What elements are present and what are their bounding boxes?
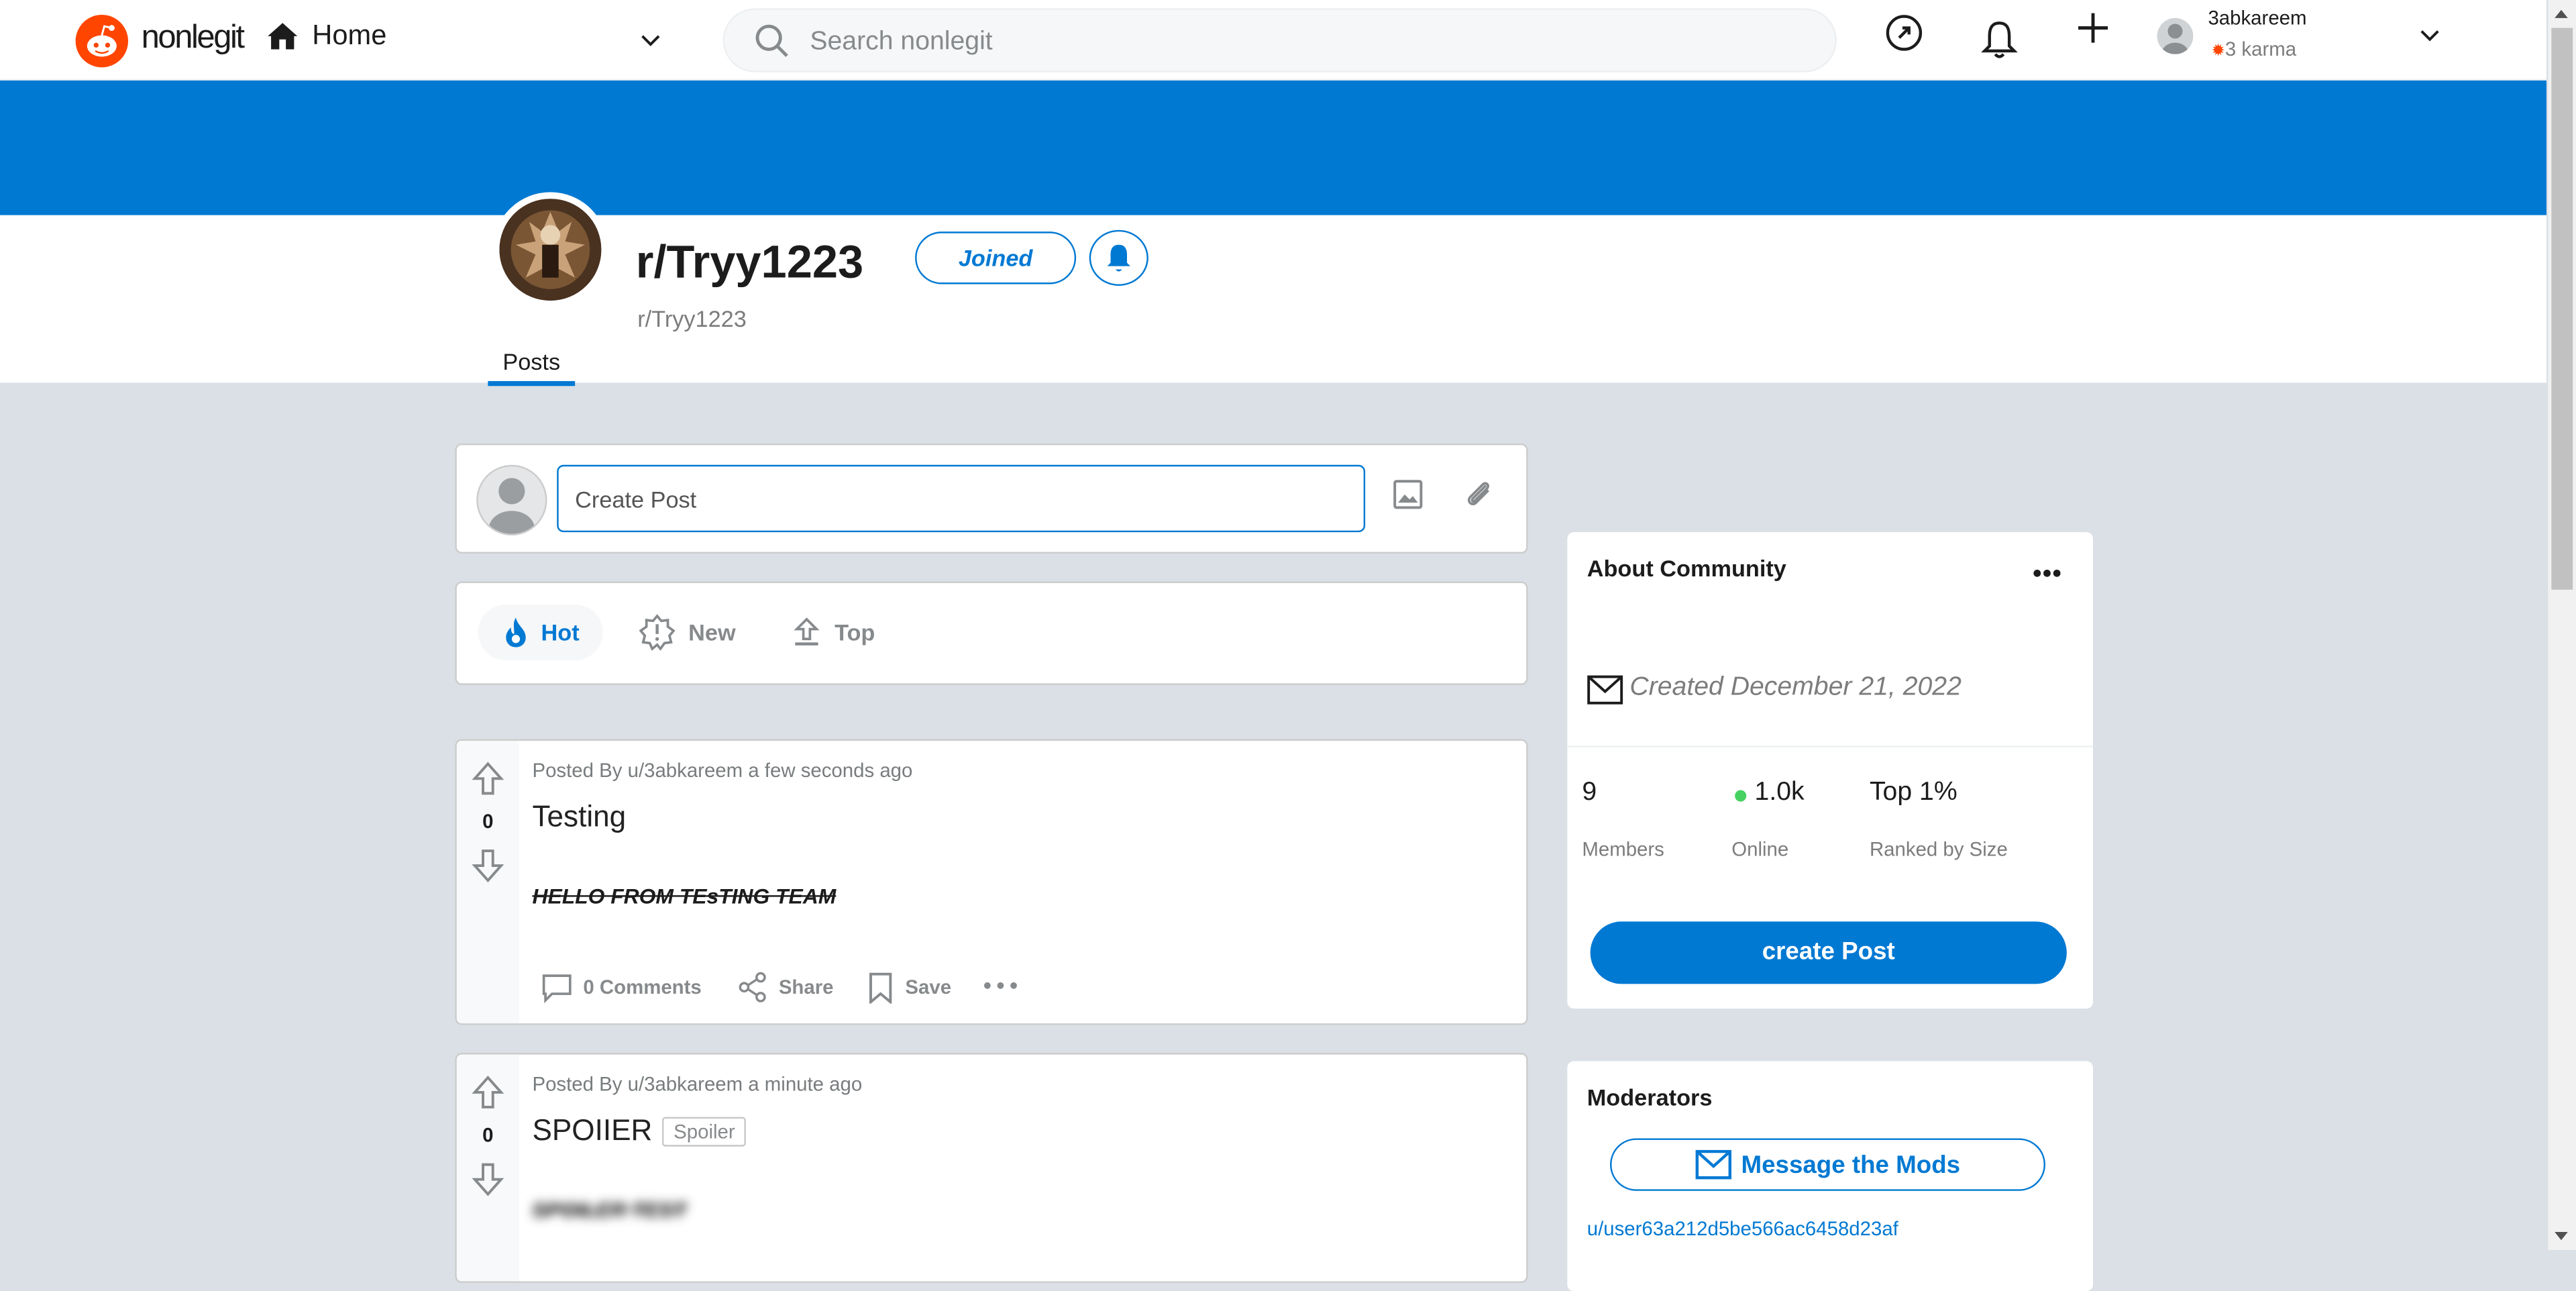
community-avatar — [492, 192, 608, 307]
user-menu-chevron-icon[interactable] — [2416, 21, 2443, 48]
members-label: Members — [1582, 837, 1664, 861]
comments-button[interactable]: 0 Comments — [541, 971, 702, 1004]
post-card[interactable]: 0 Posted By u/3abkareem a few seconds ag… — [455, 739, 1528, 1025]
home-icon — [268, 23, 298, 50]
spoiler-tag: Spoiler — [662, 1117, 747, 1147]
scroll-up-icon[interactable] — [2553, 7, 2569, 20]
vote-count: 0 — [482, 1123, 494, 1147]
mail-icon — [1695, 1149, 1731, 1180]
search-icon — [755, 24, 788, 57]
post-card[interactable]: 0 Posted By u/3abkareem a minute ago SPO… — [455, 1053, 1528, 1283]
community-title: r/Tryy1223 — [635, 236, 864, 288]
vote-count: 0 — [482, 809, 494, 833]
joined-button[interactable]: Joined — [915, 231, 1077, 285]
rank-label: Ranked by Size — [1869, 837, 2008, 861]
top-header: nonlegit Home 3abkareem ✹3 karma — [0, 0, 2546, 81]
notification-button[interactable] — [1089, 229, 1148, 286]
community-name: r/Tryy1223 — [637, 305, 747, 332]
online-label: Online — [1731, 837, 1789, 861]
bookmark-icon — [869, 972, 892, 1004]
upvote-icon[interactable] — [472, 760, 504, 796]
online-count: 1.0k — [1754, 778, 1805, 807]
attachment-icon[interactable] — [1460, 476, 1497, 513]
logo-text[interactable]: nonlegit — [142, 19, 245, 57]
scrollbar-thumb[interactable] — [2551, 28, 2573, 590]
online-dot-icon — [1735, 790, 1747, 802]
create-post-card — [455, 443, 1528, 554]
moderator-link[interactable]: u/user63a212d5be566ac6458d23af — [1587, 1217, 1898, 1240]
search-input[interactable] — [806, 9, 1799, 74]
about-title: About Community — [1587, 555, 1786, 582]
community-header — [0, 215, 2546, 383]
create-post-input[interactable] — [557, 464, 1366, 533]
avatar[interactable] — [2157, 17, 2194, 54]
bell-icon[interactable] — [1981, 18, 2018, 61]
sort-hot-label: Hot — [541, 619, 580, 646]
share-button[interactable]: Share — [736, 971, 834, 1004]
message-mods-button[interactable]: Message the Mods — [1610, 1138, 2046, 1191]
image-icon[interactable] — [1391, 478, 1424, 511]
karma-count: ✹3 karma — [2211, 38, 2297, 61]
sort-hot-button[interactable]: Hot — [478, 604, 603, 661]
post-title[interactable]: Testing — [532, 800, 626, 834]
created-date: Created December 21, 2022 — [1629, 673, 1962, 702]
chevron-down-icon[interactable] — [637, 26, 663, 52]
sort-top-label: Top — [835, 619, 875, 646]
more-options-icon[interactable] — [2032, 568, 2061, 578]
members-count: 9 — [1582, 778, 1597, 807]
bell-icon — [1107, 244, 1130, 272]
sort-new-button[interactable]: New — [639, 605, 736, 660]
moderators-card: Moderators Message the Mods u/user63a212… — [1567, 1061, 2094, 1291]
share-icon — [739, 972, 766, 1002]
tab-posts[interactable]: Posts — [488, 348, 576, 386]
popular-icon[interactable] — [1884, 13, 1924, 53]
plus-icon[interactable] — [2075, 10, 2111, 46]
scroll-down-icon[interactable] — [2553, 1231, 2569, 1244]
logo-icon[interactable] — [75, 15, 129, 68]
community-banner — [0, 80, 2546, 215]
post-title[interactable]: SPOIIER Spoiler — [532, 1114, 747, 1148]
about-community-card: About Community Created December 21, 202… — [1567, 532, 2094, 1009]
rank-value: Top 1% — [1869, 778, 1957, 807]
post-meta: Posted By u/3abkareem a minute ago — [532, 1072, 863, 1096]
flame-icon — [506, 617, 527, 648]
home-dropdown[interactable]: Home — [266, 19, 387, 52]
post-body: HELLO FROM TEsTING TEAM — [532, 884, 837, 909]
more-options-icon[interactable] — [983, 979, 1019, 992]
new-burst-icon — [639, 614, 676, 651]
downvote-icon[interactable] — [472, 847, 504, 884]
sort-bar: Hot New Top — [455, 581, 1528, 685]
top-arrow-icon — [794, 617, 820, 646]
home-label: Home — [312, 19, 387, 51]
mail-icon — [1587, 675, 1623, 705]
divider — [1567, 745, 2094, 747]
save-button[interactable]: Save — [866, 971, 951, 1004]
username[interactable]: 3abkareem — [2208, 7, 2306, 30]
search-bar — [722, 8, 1837, 74]
sort-top-button[interactable]: Top — [792, 605, 875, 660]
upvote-icon[interactable] — [472, 1074, 504, 1111]
comment-icon — [542, 974, 572, 1004]
karma-icon: ✹ — [2211, 42, 2225, 61]
moderators-title: Moderators — [1587, 1084, 1713, 1111]
user-avatar — [476, 464, 547, 536]
sort-new-label: New — [688, 619, 736, 646]
downvote-icon[interactable] — [472, 1161, 504, 1198]
post-meta: Posted By u/3abkareem a few seconds ago — [532, 758, 913, 782]
create-post-button[interactable]: create Post — [1590, 921, 2067, 984]
spoiler-body[interactable]: SPOILER TEST — [532, 1198, 686, 1223]
